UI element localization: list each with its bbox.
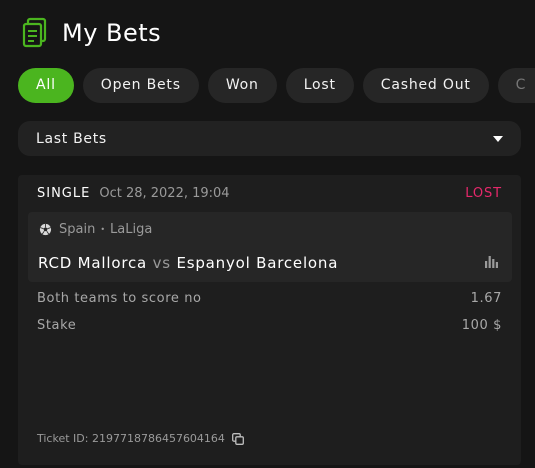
tab-open-bets[interactable]: Open Bets <box>82 68 199 103</box>
copy-icon[interactable] <box>231 432 244 445</box>
tab-won[interactable]: Won <box>207 68 277 103</box>
stake-value: 100 $ <box>461 318 502 333</box>
select-value: Last Bets <box>36 130 107 147</box>
stake-row: Stake 100 $ <box>37 318 502 335</box>
separator-dot: • <box>100 225 106 234</box>
bet-card-header: SINGLE Oct 28, 2022, 19:04 LOST <box>37 184 502 202</box>
bets-period-select[interactable]: Last Bets <box>18 121 521 156</box>
bet-card[interactable]: SINGLE Oct 28, 2022, 19:04 LOST Spain • … <box>18 175 521 465</box>
page-header: My Bets <box>22 16 161 50</box>
tab-all[interactable]: All <box>18 68 74 103</box>
status-badge: LOST <box>465 185 502 201</box>
league-info: Spain • LaLiga <box>39 222 152 237</box>
event-panel[interactable]: Spain • LaLiga RCD Mallorca vs Espanyol … <box>28 212 512 282</box>
ticket-id: Ticket ID: 2197718786457604164 <box>37 432 244 445</box>
bet-filter-tabs: All Open Bets Won Lost Cashed Out C <box>18 68 535 103</box>
home-team: RCD Mallorca <box>38 254 147 272</box>
country-label: Spain <box>59 222 96 237</box>
ticket-id-text: Ticket ID: 2197718786457604164 <box>37 432 225 445</box>
tab-cashed-out[interactable]: Cashed Out <box>362 68 489 103</box>
selection-odds: 1.67 <box>470 291 502 306</box>
away-team: Espanyol Barcelona <box>176 254 339 272</box>
chevron-down-icon <box>493 135 503 142</box>
receipt-icon <box>22 17 47 48</box>
soccer-ball-icon <box>39 223 52 236</box>
vs-label: vs <box>152 254 171 272</box>
league-label: LaLiga <box>110 222 153 237</box>
match-title: RCD Mallorca vs Espanyol Barcelona <box>38 254 338 272</box>
bet-date: Oct 28, 2022, 19:04 <box>99 185 230 201</box>
selection-label: Both teams to score no <box>37 291 202 306</box>
bet-type: SINGLE <box>37 185 91 201</box>
page-title: My Bets <box>62 19 162 47</box>
selection-row: Both teams to score no 1.67 <box>37 291 502 308</box>
tab-lost[interactable]: Lost <box>285 68 354 103</box>
bar-chart-icon[interactable] <box>485 256 498 268</box>
tab-overflow[interactable]: C <box>497 68 535 103</box>
stake-label: Stake <box>37 318 77 333</box>
